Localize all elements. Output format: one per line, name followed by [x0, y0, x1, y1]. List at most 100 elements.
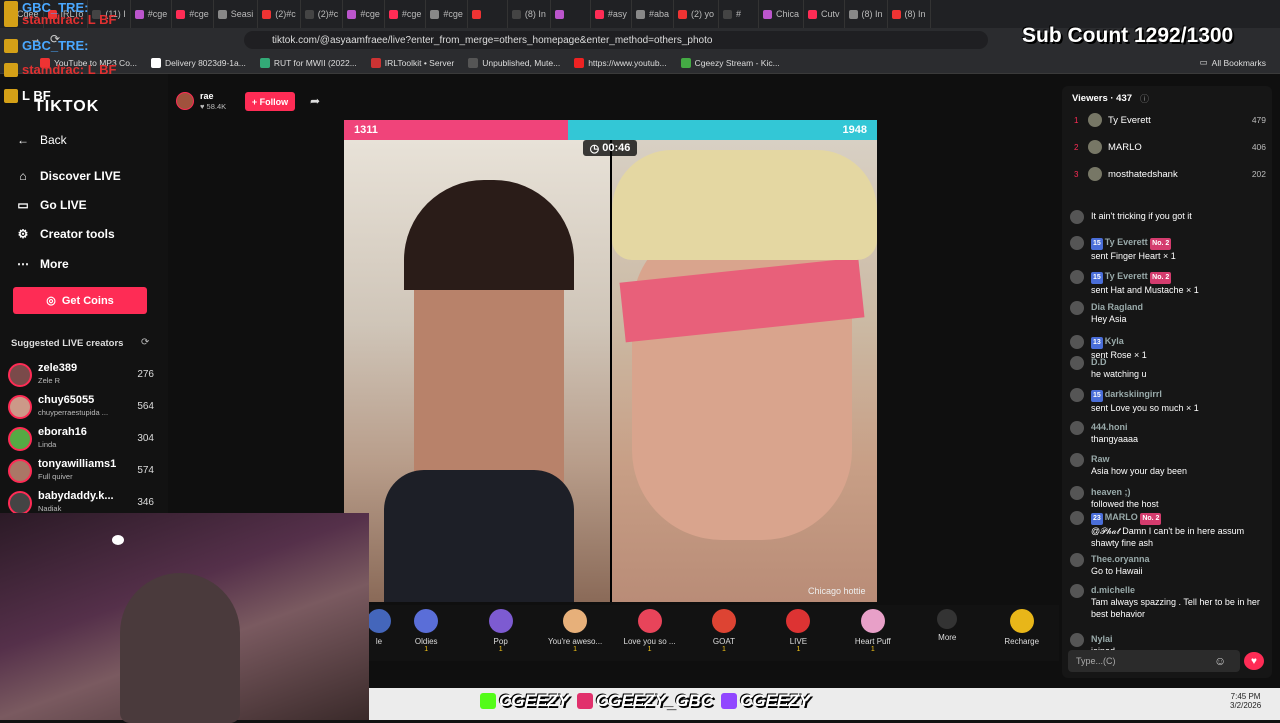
chat-message: 15 darkskiingirrl sent Love you so much × …	[1070, 388, 1262, 414]
browser-tab[interactable]: (8) In	[845, 0, 888, 28]
heart-icon[interactable]: ♥	[1244, 652, 1264, 670]
gift-name: Heart Puff	[854, 637, 891, 646]
gift-item[interactable]: You're aweso... 1	[538, 605, 612, 661]
tab-title: Chica	[775, 9, 799, 19]
tab-title: (8) In	[524, 9, 546, 19]
creator-item[interactable]: eborah16 Linda 304	[8, 424, 154, 454]
viewers-title[interactable]: Viewers · 437	[1072, 93, 1132, 104]
avatar	[8, 459, 32, 483]
browser-tab[interactable]	[468, 0, 508, 28]
bookmark-item[interactable]: Unpublished, Mute...	[468, 57, 560, 68]
url-bar[interactable]: tiktok.com/@asyaamfraee/live?enter_from_…	[244, 31, 988, 49]
tray-date: 3/2/2026	[1230, 701, 1262, 710]
creator-item[interactable]: zele389 Zele R 276	[8, 360, 154, 390]
gift-item[interactable]: Oldies 1	[389, 605, 463, 661]
level-badge: 13	[1091, 337, 1103, 349]
gift-item[interactable]: More	[910, 605, 984, 661]
tab-favicon-icon	[848, 9, 858, 19]
browser-tab[interactable]: #cge	[385, 0, 427, 28]
chat-user[interactable]: 15 darkskiingirrl	[1091, 388, 1262, 402]
tab-title: (2)#c	[317, 9, 339, 19]
creator-name: tonyawilliams1	[38, 458, 117, 470]
tab-title: (8) In	[861, 9, 883, 19]
bookmark-item[interactable]: RUT for MWII (2022...	[259, 57, 357, 68]
browser-tab[interactable]: Cutv	[804, 0, 845, 28]
chat-user[interactable]: 23 MARLO No. 2	[1091, 511, 1262, 525]
browser-tab[interactable]: (8) In	[508, 0, 551, 28]
creator-item[interactable]: chuy65055 chuyperraestupida ... 564	[8, 392, 154, 422]
chat-user[interactable]: 15 Ty Everett No. 2	[1091, 270, 1262, 284]
browser-tab[interactable]: #aba	[632, 0, 674, 28]
chat-text: sent Hat and Mustache × 1	[1091, 285, 1199, 295]
browser-tab[interactable]: (2) yo	[674, 0, 719, 28]
browser-tab[interactable]: (8) In	[888, 0, 931, 28]
gift-icon	[786, 609, 811, 633]
gift-item[interactable]: le	[367, 605, 391, 661]
browser-tab[interactable]: #cge	[426, 0, 468, 28]
gift-item[interactable]: GOAT 1	[687, 605, 761, 661]
refresh-icon[interactable]: ⟳	[141, 337, 149, 348]
chat-user[interactable]: Raw	[1091, 453, 1262, 465]
chat-user[interactable]: 13 Kyla	[1091, 335, 1262, 349]
tab-title: Cutv	[821, 9, 840, 19]
avatar	[1070, 236, 1084, 250]
gift-item[interactable]: Heart Puff 1	[836, 605, 910, 661]
creator-item[interactable]: tonyawilliams1 Full quiver 574	[8, 456, 154, 486]
chat-user[interactable]: Thee.oryanna	[1091, 553, 1262, 565]
bookmark-item[interactable]: https://www.youtub...	[574, 57, 667, 68]
gift-name: You're aweso...	[548, 637, 603, 646]
top-viewer-row[interactable]: 3 mosthatedshank 202	[1074, 164, 1266, 184]
chat-user[interactable]: heaven ;)	[1091, 486, 1262, 498]
clock-icon: ◷	[589, 142, 600, 155]
top-viewer-row[interactable]: 2 MARLO 406	[1074, 137, 1266, 157]
viewer-rank: 3	[1074, 169, 1079, 179]
gift-item[interactable]: Love you so ... 1	[612, 605, 686, 661]
follow-button[interactable]: + Follow	[245, 92, 295, 111]
top-viewer-row[interactable]: 1 Ty Everett 479	[1074, 110, 1266, 130]
avatar	[8, 363, 32, 387]
tab-favicon-icon	[594, 9, 604, 19]
tab-favicon-icon	[304, 9, 314, 19]
host-avatar[interactable]	[176, 92, 194, 110]
chat-user[interactable]: 15 Ty Everett No. 2	[1091, 236, 1262, 250]
bookmark-item[interactable]: Delivery 8023d9-1a...	[151, 57, 246, 68]
gift-item[interactable]: LIVE 1	[761, 605, 835, 661]
back-button[interactable]: ← Back	[16, 133, 67, 147]
chat-user[interactable]: d.michelle	[1091, 584, 1262, 596]
nav-discover-live[interactable]: ⌂ Discover LIVE	[16, 169, 120, 183]
left-score: 1311	[344, 120, 568, 140]
nav-more[interactable]: ⋯ More	[16, 257, 69, 271]
chat-user[interactable]: D.D	[1091, 356, 1262, 368]
browser-tab[interactable]: (2)#c	[258, 0, 301, 28]
emoji-icon[interactable]: ☺	[1214, 654, 1226, 668]
browser-tab[interactable]: Seasi	[214, 0, 259, 28]
live-video[interactable]: 1311 1948 ◷ 00:46 Chicago hottie	[344, 120, 877, 602]
chat-user[interactable]: Nylai	[1091, 633, 1262, 645]
twitch-icon	[721, 693, 738, 709]
gift-name: LIVE	[789, 637, 808, 646]
browser-tab[interactable]: #cge	[172, 0, 214, 28]
share-icon[interactable]: ➦	[310, 94, 320, 108]
nav-label: Go LIVE	[40, 198, 87, 212]
browser-tab[interactable]: Chica	[759, 0, 804, 28]
bookmark-item[interactable]: Cgeezy Stream - Kic...	[680, 57, 780, 68]
gift-name: More	[938, 633, 957, 642]
bookmark-item[interactable]: IRLToolkit • Server	[370, 57, 454, 68]
gift-icon	[1009, 609, 1034, 633]
chat-user[interactable]: 444.honi	[1091, 421, 1262, 433]
browser-tab[interactable]: #	[719, 0, 759, 28]
chat-user[interactable]: Dia Ragland	[1091, 301, 1262, 313]
gift-item[interactable]: Recharge	[985, 605, 1059, 661]
browser-tab[interactable]: (2)#c	[301, 0, 344, 28]
browser-tab[interactable]	[551, 0, 591, 28]
all-bookmarks[interactable]: ▭ All Bookmarks	[1200, 57, 1266, 68]
browser-tab[interactable]: #cge	[343, 0, 385, 28]
info-icon[interactable]: ⓘ	[1140, 92, 1149, 105]
browser-tab[interactable]: #asy	[591, 0, 632, 28]
get-coins-button[interactable]: ◎ Get Coins	[13, 287, 147, 314]
nav-go-live[interactable]: ▭ Go LIVE	[16, 198, 87, 212]
avatar	[1070, 335, 1084, 349]
nav-creator-tools[interactable]: ⚙ Creator tools	[16, 227, 115, 241]
gift-item[interactable]: Pop 1	[463, 605, 537, 661]
social-handle: CGEEZY_GBC	[576, 691, 713, 711]
